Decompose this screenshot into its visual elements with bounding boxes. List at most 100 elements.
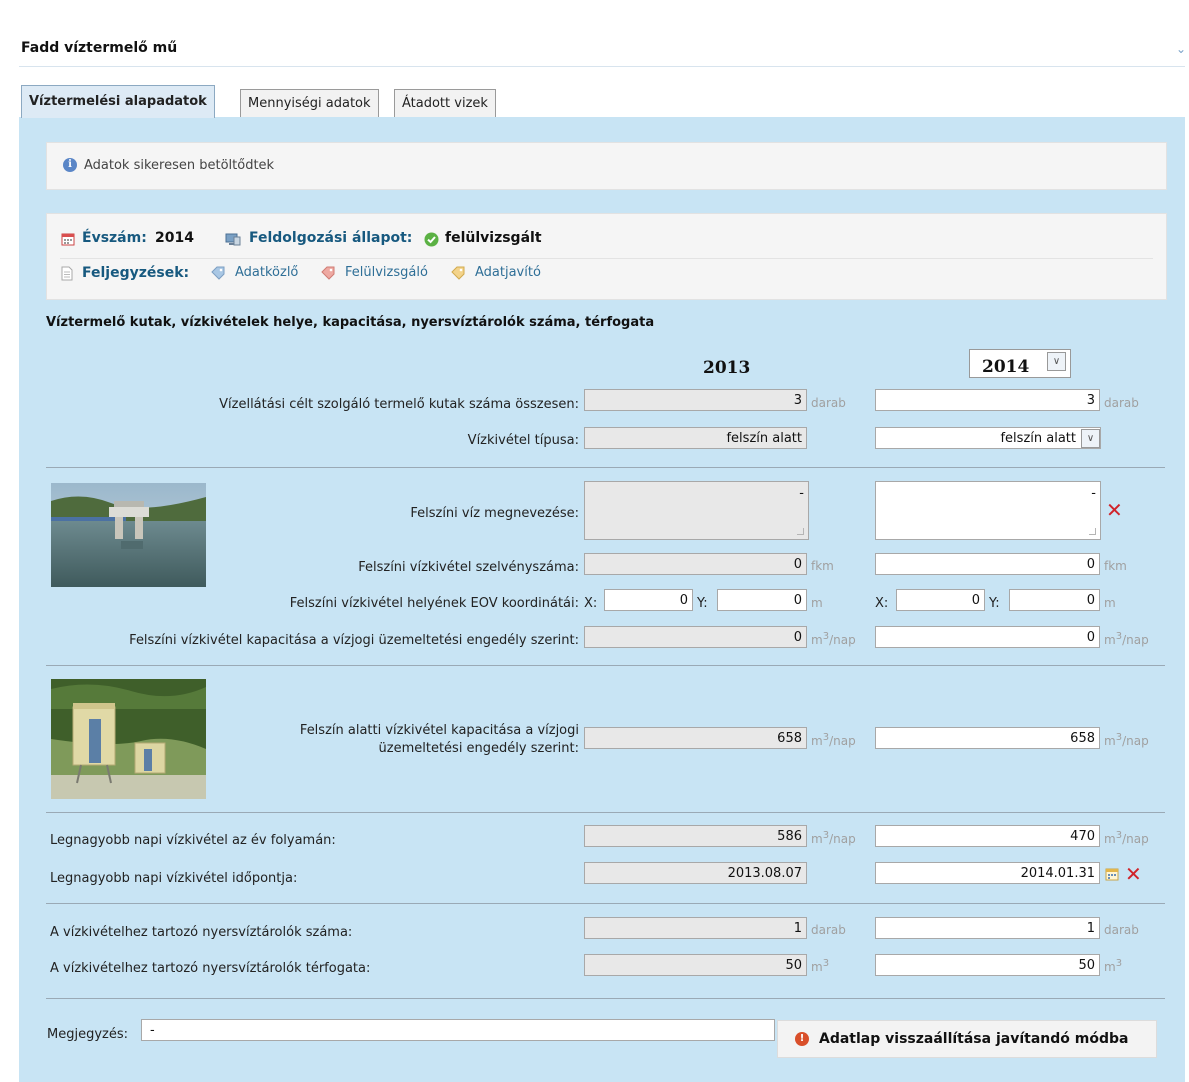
year-label: Évszám: [82, 230, 147, 246]
tab-atadott-vizek[interactable]: Átadott vizek [394, 89, 496, 117]
eov-y-label-2014: Y: [989, 596, 1000, 611]
status-divider [60, 258, 1153, 259]
unit-darab: darab [811, 923, 846, 937]
panel-title: Fadd víztermelő mű [21, 40, 178, 56]
max-daily-intake-2013: 586 [584, 825, 807, 847]
unit-fkm: fkm [811, 559, 834, 573]
monitor-icon [225, 233, 241, 246]
surface-capacity-2013: 0 [584, 626, 807, 648]
eov-x-2014-input[interactable]: 0 [896, 589, 985, 611]
max-daily-intake-date-2013: 2013.08.07 [584, 862, 807, 884]
intake-type-2014-select[interactable]: felszín alatt [875, 427, 1101, 449]
max-daily-intake-label: Legnagyobb napi vízkivétel az év folyamá… [50, 833, 336, 848]
unit-m: m [811, 596, 823, 610]
success-message: Adatok sikeresen betöltődtek [84, 158, 275, 173]
collapse-chevron-icon[interactable]: ⌄ [1176, 42, 1186, 56]
delete-x-icon[interactable]: ✕ [1125, 864, 1142, 884]
eov-y-2014-input[interactable]: 0 [1009, 589, 1100, 611]
year-value: 2014 [155, 230, 194, 246]
surface-water-name-2014-textarea[interactable]: - [875, 481, 1101, 540]
reservoir-count-2014-input[interactable]: 1 [875, 917, 1100, 939]
surface-water-name-2013: - [584, 481, 809, 540]
surface-capacity-2014-input[interactable]: 0 [875, 626, 1100, 648]
info-icon: i [63, 158, 77, 172]
reservoir-volume-2014-input[interactable]: 50 [875, 954, 1100, 976]
groundwater-capacity-label-line2: üzemeltetési engedély szerint: [378, 741, 579, 756]
intake-type-2013: felszín alatt [584, 427, 807, 449]
unit-m3-per-day: m3/nap [1104, 830, 1149, 846]
separator [46, 812, 1165, 813]
unit-darab: darab [1104, 396, 1139, 410]
title-divider [19, 66, 1185, 67]
tab-mennyisegi-adatok[interactable]: Mennyiségi adatok [240, 89, 379, 117]
wells-count-2013: 3 [584, 389, 807, 411]
check-circle-icon [424, 232, 439, 247]
unit-darab: darab [811, 396, 846, 410]
tab-viztermelesi-alapadatok[interactable]: Víztermelési alapadatok [21, 85, 215, 118]
state-label: Feldolgozási állapot: [249, 230, 413, 246]
notes-label: Feljegyzések: [82, 265, 190, 281]
tag-blue-icon [211, 266, 225, 280]
eov-y-label-2013: Y: [697, 596, 708, 611]
delete-x-icon[interactable]: ✕ [1106, 500, 1123, 520]
unit-darab: darab [1104, 923, 1139, 937]
max-daily-intake-date-2014-input[interactable]: 2014.01.31 [875, 862, 1100, 884]
notes-link-felulvizsgalo[interactable]: Felülvizsgáló [345, 265, 428, 280]
chevron-down-icon[interactable]: ∨ [1081, 429, 1100, 448]
unit-m3: m3 [811, 958, 830, 974]
unit-m: m [1104, 596, 1116, 610]
tag-red-icon [321, 266, 335, 280]
state-value: felülvizsgált [445, 230, 542, 246]
max-daily-intake-2014-input[interactable]: 470 [875, 825, 1100, 847]
section-number-2014-input[interactable]: 0 [875, 553, 1100, 575]
wells-count-label: Vízellátási célt szolgáló termelő kutak … [219, 397, 579, 412]
intake-type-label: Vízkivétel típusa: [467, 433, 579, 448]
reservoir-volume-2013: 50 [584, 954, 807, 976]
unit-m3-per-day: m3/nap [1104, 631, 1149, 647]
surface-capacity-label: Felszíni vízkivétel kapacitása a vízjogi… [129, 633, 579, 648]
chevron-down-icon[interactable]: ∨ [1047, 352, 1066, 371]
wells-count-2014-input[interactable]: 3 [875, 389, 1100, 411]
unit-m3: m3 [1104, 958, 1123, 974]
note-icon [61, 266, 73, 281]
separator [46, 467, 1165, 468]
calendar-icon [61, 233, 75, 246]
comment-input[interactable]: - [141, 1019, 775, 1041]
unit-m3-per-day: m3/nap [811, 830, 856, 846]
comment-label: Megjegyzés: [47, 1027, 128, 1042]
unit-m3-per-day: m3/nap [811, 732, 856, 748]
unit-m3-per-day: m3/nap [1104, 732, 1149, 748]
separator [46, 998, 1165, 999]
calendar-picker-icon[interactable] [1105, 867, 1119, 881]
warning-icon: ! [795, 1032, 809, 1046]
year-header-2013: 2013 [703, 358, 751, 378]
eov-y-2013-input[interactable]: 0 [717, 589, 807, 611]
groundwater-well-photo [51, 679, 206, 799]
separator [46, 903, 1165, 904]
reservoir-count-2013: 1 [584, 917, 807, 939]
reservoir-count-label: A vízkivételhez tartozó nyersvíztárolók … [50, 925, 353, 940]
year-select-value: 2014 [982, 357, 1030, 377]
unit-m3-per-day: m3/nap [811, 631, 856, 647]
unit-fkm: fkm [1104, 559, 1127, 573]
restore-button-label[interactable]: Adatlap visszaállítása javítandó módba [819, 1031, 1128, 1047]
reservoir-volume-label: A vízkivételhez tartozó nyersvíztárolók … [50, 961, 371, 976]
surface-intake-photo [51, 483, 206, 587]
section-number-2013: 0 [584, 553, 807, 575]
tag-yellow-icon [451, 266, 465, 280]
notes-link-adatkozlo[interactable]: Adatközlő [235, 265, 298, 280]
resize-grip-icon [797, 528, 804, 535]
separator [46, 665, 1165, 666]
groundwater-capacity-2013: 658 [584, 727, 807, 749]
eov-x-label-2014: X: [875, 596, 889, 611]
notes-link-adatjavito[interactable]: Adatjavító [475, 265, 541, 280]
groundwater-capacity-label-line1: Felszín alatti vízkivétel kapacitása a v… [299, 723, 579, 738]
surface-water-name-label: Felszíni víz megnevezése: [410, 506, 579, 521]
eov-coordinates-label: Felszíni vízkivétel helyének EOV koordin… [289, 596, 579, 611]
resize-grip-icon[interactable] [1089, 528, 1096, 535]
eov-x-label-2013: X: [584, 596, 598, 611]
groundwater-capacity-2014-input[interactable]: 658 [875, 727, 1100, 749]
status-box [46, 213, 1167, 300]
eov-x-2013-input[interactable]: 0 [604, 589, 693, 611]
section-heading: Víztermelő kutak, vízkivételek helye, ka… [46, 315, 655, 330]
